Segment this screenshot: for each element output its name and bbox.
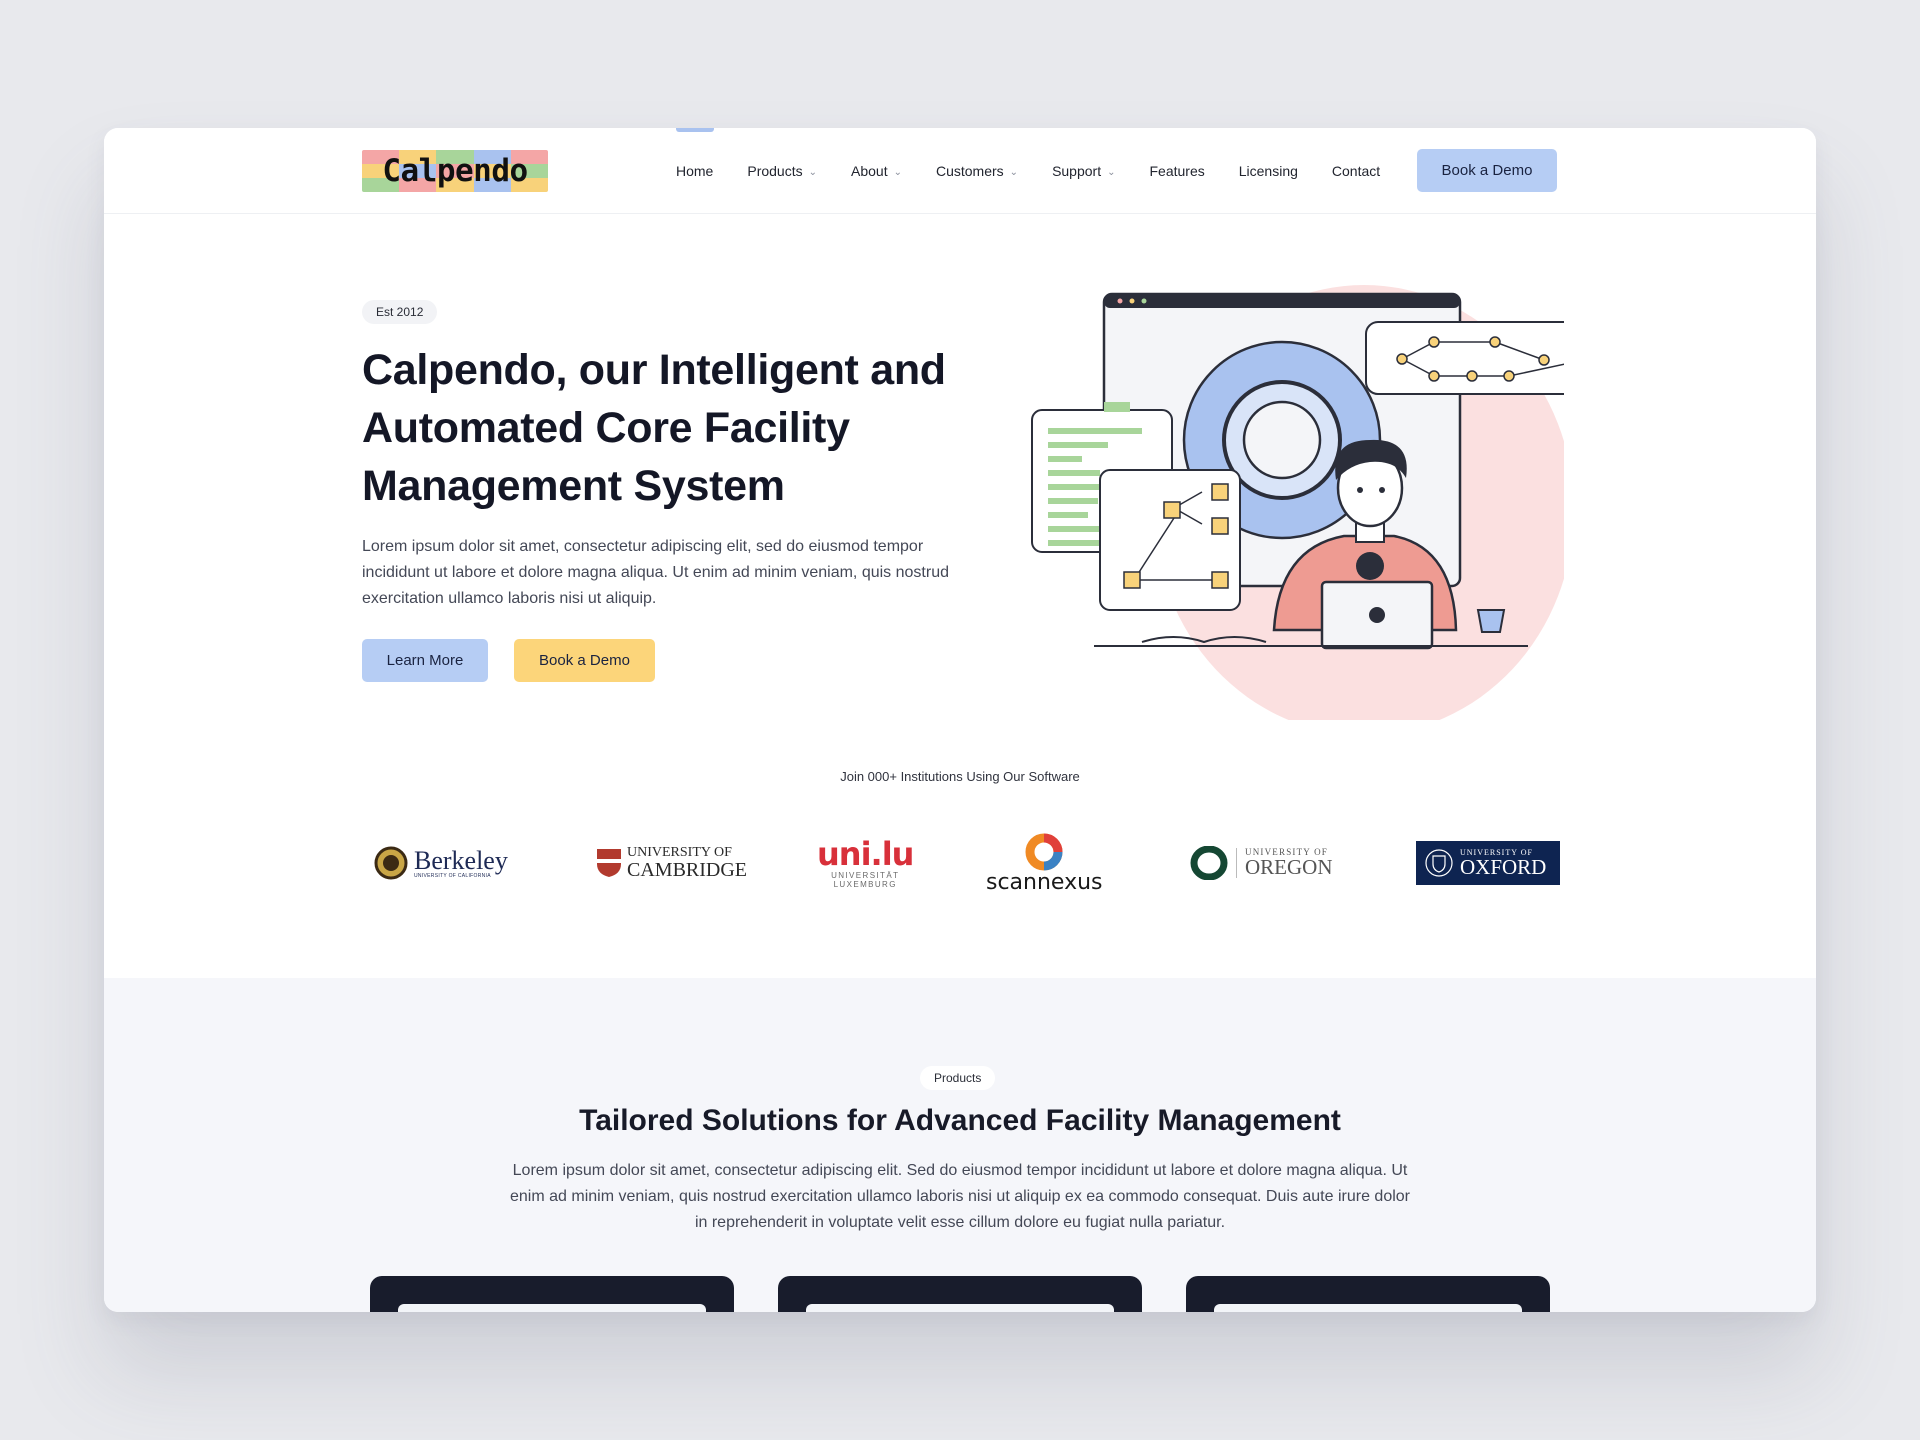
- unilu-line-3: LUXEMBURG: [833, 879, 897, 889]
- oxford-crest-icon: [1425, 849, 1453, 877]
- product-screenshot: [806, 1304, 1114, 1312]
- product-card[interactable]: [1186, 1276, 1550, 1312]
- cambridge-logo: UNIVERSITY OF CAMBRIDGE: [596, 828, 747, 898]
- nav-home[interactable]: Home: [676, 163, 713, 179]
- logo-text: Calpendo: [382, 153, 528, 189]
- scannexus-logo: scannexus: [986, 828, 1103, 898]
- chevron-down-icon: ⌄: [1107, 166, 1116, 178]
- nav-support-label: Support: [1052, 163, 1102, 179]
- nav-book-demo-button[interactable]: Book a Demo: [1417, 149, 1557, 192]
- scannexus-wordmark: scannexus: [986, 870, 1103, 895]
- learn-more-button[interactable]: Learn More: [362, 639, 488, 682]
- nav-products[interactable]: Products ⌄: [747, 163, 817, 179]
- browser-titlebar-shape: [1104, 294, 1460, 308]
- coffee-mug-icon: [1476, 609, 1506, 633]
- institutions-heading: Join 000+ Institutions Using Our Softwar…: [840, 769, 1080, 784]
- berkeley-seal-icon: [374, 846, 408, 880]
- oregon-o-icon: [1190, 846, 1228, 880]
- nav-contact-label: Contact: [1331, 163, 1381, 179]
- top-navigation: Calpendo Home Products ⌄ About ⌄ Customers…: [104, 128, 1816, 214]
- scannexus-ring-icon: [1025, 833, 1063, 871]
- main-menu: Home Products ⌄ About ⌄ Customers ⌄ Support…: [676, 128, 1414, 214]
- product-card[interactable]: [778, 1276, 1142, 1312]
- nav-home-label: Home: [676, 163, 714, 179]
- cambridge-line-1: UNIVERSITY OF: [627, 845, 732, 860]
- calpendo-logo[interactable]: Calpendo: [362, 150, 548, 192]
- oregon-logo: UNIVERSITY OF OREGON: [1190, 828, 1333, 898]
- cambridge-line-2: CAMBRIDGE: [627, 859, 748, 881]
- cambridge-shield-icon: [597, 849, 621, 877]
- est-badge: Est 2012: [362, 300, 438, 324]
- nav-features-label: Features: [1149, 163, 1205, 179]
- products-description: Lorem ipsum dolor sit amet, consectetur …: [510, 1162, 1410, 1231]
- oxford-line-2: OXFORD: [1460, 854, 1547, 879]
- product-card[interactable]: [370, 1276, 734, 1312]
- product-screenshot: [398, 1304, 706, 1312]
- nav-customers[interactable]: Customers ⌄: [936, 163, 1018, 179]
- nav-licensing-label: Licensing: [1238, 163, 1298, 179]
- berkeley-wordmark: Berkeley: [414, 845, 508, 875]
- oxford-logo: UNIVERSITY OF OXFORD: [1416, 828, 1560, 898]
- chevron-down-icon: ⌄: [808, 166, 817, 178]
- luxembourg-logo: uni.lu UNIVERSITÄT LUXEMBURG: [817, 828, 914, 898]
- unilu-wordmark: uni.lu: [817, 834, 914, 873]
- nav-products-label: Products: [747, 163, 803, 179]
- products-title: Tailored Solutions for Advanced Facility…: [579, 1104, 1341, 1137]
- products-section: Products Tailored Solutions for Advanced…: [104, 978, 1816, 1312]
- berkeley-logo: Berkeley UNIVERSITY OF CALIFORNIA: [374, 828, 508, 898]
- hero-book-demo-button[interactable]: Book a Demo: [514, 639, 655, 682]
- chevron-down-icon: ⌄: [893, 166, 902, 178]
- products-pill: Products: [920, 1066, 996, 1090]
- hero-illustration: [1031, 285, 1564, 720]
- nav-about-label: About: [851, 163, 888, 179]
- nav-features[interactable]: Features: [1150, 163, 1205, 179]
- product-screenshot: [1214, 1304, 1522, 1312]
- oregon-line-2: OREGON: [1245, 855, 1333, 879]
- hero-title: Calpendo, our Intelligent and Automated …: [362, 346, 946, 510]
- sweater-gear-icon: [1356, 552, 1384, 580]
- nav-contact[interactable]: Contact: [1332, 163, 1380, 179]
- flow-diagram-card: [1365, 321, 1564, 395]
- browser-frame: Calpendo Home Products ⌄ About ⌄ Customers…: [104, 128, 1816, 1312]
- hero-description: Lorem ipsum dolor sit amet, consectetur …: [362, 538, 949, 607]
- nav-licensing[interactable]: Licensing: [1239, 163, 1298, 179]
- chevron-down-icon: ⌄: [1009, 166, 1019, 178]
- nav-support[interactable]: Support ⌄: [1052, 163, 1115, 179]
- nav-about[interactable]: About ⌄: [851, 163, 902, 179]
- institution-logos: Berkeley UNIVERSITY OF CALIFORNIA UNIVER…: [362, 828, 1662, 898]
- unilu-line-2: UNIVERSITÄT: [831, 870, 900, 880]
- nav-customers-label: Customers: [935, 163, 1004, 179]
